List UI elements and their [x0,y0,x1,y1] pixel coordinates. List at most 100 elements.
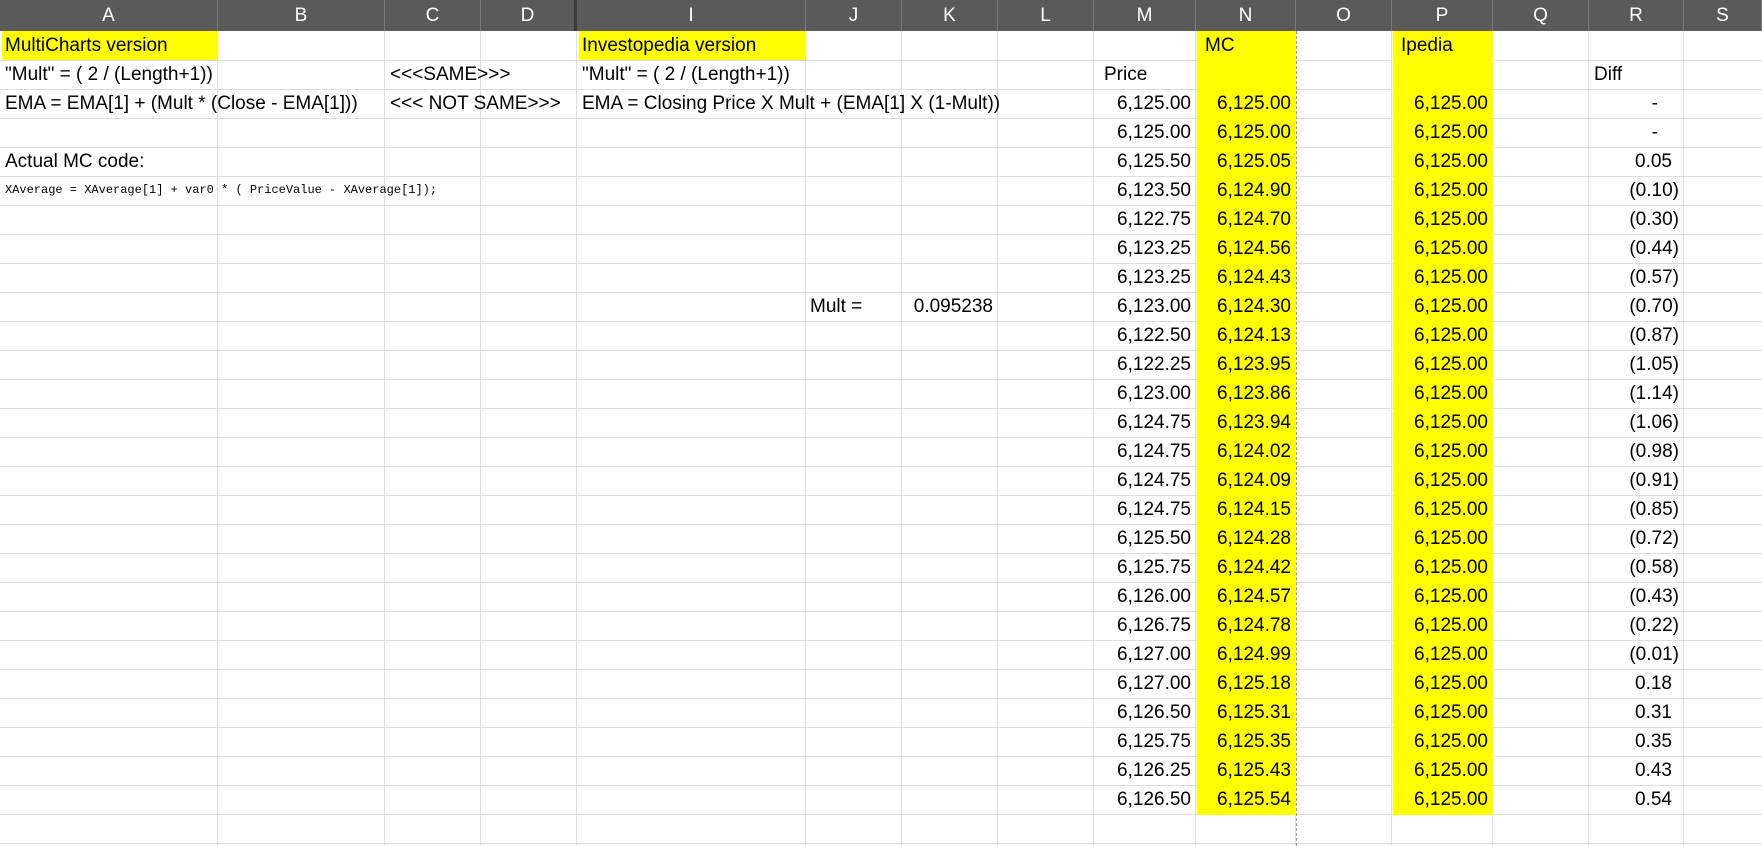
price-cell[interactable]: 6,125.50 [1094,147,1196,176]
ipedia-cell[interactable]: 6,125.00 [1392,350,1493,379]
price-cell[interactable]: 6,123.00 [1094,379,1196,408]
mc-cell[interactable]: 6,124.42 [1196,553,1296,582]
price-cell[interactable]: 6,126.25 [1094,756,1196,785]
diff-cell[interactable]: (0.30) [1589,205,1684,234]
ipedia-cell[interactable]: 6,125.00 [1392,640,1493,669]
header-ipedia[interactable]: Ipedia [1396,31,1458,60]
diff-cell[interactable]: (0.72) [1589,524,1684,553]
price-cell[interactable]: 6,127.00 [1094,640,1196,669]
ipedia-cell[interactable]: 6,125.00 [1392,524,1493,553]
column-header-s[interactable]: S [1684,0,1762,31]
column-header-q[interactable]: Q [1493,0,1589,31]
ipedia-cell[interactable]: 6,125.00 [1392,89,1493,118]
ipedia-cell[interactable]: 6,125.00 [1392,582,1493,611]
ipedia-cell[interactable]: 6,125.00 [1392,118,1493,147]
cell-i2[interactable]: "Mult" = ( 2 / (Length+1)) [577,60,795,89]
diff-cell[interactable]: - [1589,118,1684,147]
diff-cell[interactable]: (0.10) [1589,176,1684,205]
price-cell[interactable]: 6,126.50 [1094,785,1196,814]
price-cell[interactable]: 6,124.75 [1094,437,1196,466]
price-cell[interactable]: 6,125.00 [1094,89,1196,118]
mc-cell[interactable]: 6,124.90 [1196,176,1296,205]
column-header-j[interactable]: J [806,0,902,31]
diff-cell[interactable]: (1.06) [1589,408,1684,437]
diff-cell[interactable]: 0.43 [1589,756,1684,785]
column-header-b[interactable]: B [218,0,385,31]
price-cell[interactable]: 6,123.50 [1094,176,1196,205]
price-cell[interactable]: 6,127.00 [1094,669,1196,698]
column-header-n[interactable]: N [1196,0,1296,31]
diff-cell[interactable]: (0.01) [1589,640,1684,669]
price-cell[interactable]: 6,123.25 [1094,263,1196,292]
cell-i3[interactable]: EMA = Closing Price X Mult + (EMA[1] X (… [577,89,1005,118]
diff-cell[interactable]: 0.05 [1589,147,1684,176]
ipedia-cell[interactable]: 6,125.00 [1392,669,1493,698]
cell-c3[interactable]: <<< NOT SAME>>> [385,89,566,118]
mc-cell[interactable]: 6,124.13 [1196,321,1296,350]
mc-cell[interactable]: 6,124.70 [1196,205,1296,234]
price-cell[interactable]: 6,125.00 [1094,118,1196,147]
cell-a6[interactable]: XAverage = XAverage[1] + var0 * ( PriceV… [0,176,442,205]
price-cell[interactable]: 6,123.00 [1094,292,1196,321]
column-header-c[interactable]: C [385,0,481,31]
price-cell[interactable]: 6,125.75 [1094,727,1196,756]
mc-cell[interactable]: 6,123.95 [1196,350,1296,379]
diff-cell[interactable]: (0.85) [1589,495,1684,524]
mc-cell[interactable]: 6,124.57 [1196,582,1296,611]
mc-cell[interactable]: 6,124.09 [1196,466,1296,495]
mc-cell[interactable]: 6,124.02 [1196,437,1296,466]
diff-cell[interactable]: (0.87) [1589,321,1684,350]
mc-cell[interactable]: 6,124.78 [1196,611,1296,640]
cell-i1[interactable]: Investopedia version [577,31,761,60]
ipedia-cell[interactable]: 6,125.00 [1392,756,1493,785]
column-header-o[interactable]: O [1296,0,1392,31]
header-mc[interactable]: MC [1200,31,1240,60]
mc-cell[interactable]: 6,125.35 [1196,727,1296,756]
mc-cell[interactable]: 6,124.43 [1196,263,1296,292]
column-header-r[interactable]: R [1589,0,1684,31]
ipedia-cell[interactable]: 6,125.00 [1392,205,1493,234]
mc-cell[interactable]: 6,125.31 [1196,698,1296,727]
diff-cell[interactable]: (0.91) [1589,466,1684,495]
column-header-m[interactable]: M [1094,0,1196,31]
diff-cell[interactable]: 0.54 [1589,785,1684,814]
column-header-l[interactable]: L [998,0,1094,31]
ipedia-cell[interactable]: 6,125.00 [1392,321,1493,350]
ipedia-cell[interactable]: 6,125.00 [1392,379,1493,408]
mc-cell[interactable]: 6,124.28 [1196,524,1296,553]
price-cell[interactable]: 6,122.50 [1094,321,1196,350]
price-cell[interactable]: 6,125.75 [1094,553,1196,582]
mc-cell[interactable]: 6,125.00 [1196,118,1296,147]
diff-cell[interactable]: (0.58) [1589,553,1684,582]
ipedia-cell[interactable]: 6,125.00 [1392,437,1493,466]
ipedia-cell[interactable]: 6,125.00 [1392,263,1493,292]
diff-cell[interactable]: (1.05) [1589,350,1684,379]
cell-a3[interactable]: EMA = EMA[1] + (Mult * (Close - EMA[1])) [0,89,363,118]
column-header-d[interactable]: D [481,0,577,31]
mc-cell[interactable]: 6,125.00 [1196,89,1296,118]
price-cell[interactable]: 6,125.50 [1094,524,1196,553]
mc-cell[interactable]: 6,123.86 [1196,379,1296,408]
mc-cell[interactable]: 6,123.94 [1196,408,1296,437]
ipedia-cell[interactable]: 6,125.00 [1392,292,1493,321]
price-cell[interactable]: 6,124.75 [1094,495,1196,524]
price-cell[interactable]: 6,122.75 [1094,205,1196,234]
diff-cell[interactable]: (0.43) [1589,582,1684,611]
ipedia-cell[interactable]: 6,125.00 [1392,408,1493,437]
cell-a2[interactable]: "Mult" = ( 2 / (Length+1)) [0,60,218,89]
price-cell[interactable]: 6,124.75 [1094,466,1196,495]
ipedia-cell[interactable]: 6,125.00 [1392,466,1493,495]
ipedia-cell[interactable]: 6,125.00 [1392,611,1493,640]
diff-cell[interactable]: (0.98) [1589,437,1684,466]
price-cell[interactable]: 6,124.75 [1094,408,1196,437]
cell-k10[interactable]: 0.095238 [902,292,998,321]
diff-cell[interactable]: - [1589,89,1684,118]
ipedia-cell[interactable]: 6,125.00 [1392,495,1493,524]
column-header-a[interactable]: A [0,0,218,31]
cell-c2[interactable]: <<<SAME>>> [385,60,515,89]
mc-cell[interactable]: 6,124.99 [1196,640,1296,669]
header-price[interactable]: Price [1099,60,1152,89]
column-header-i[interactable]: I [577,0,806,31]
diff-cell[interactable]: (0.57) [1589,263,1684,292]
price-cell[interactable]: 6,123.25 [1094,234,1196,263]
